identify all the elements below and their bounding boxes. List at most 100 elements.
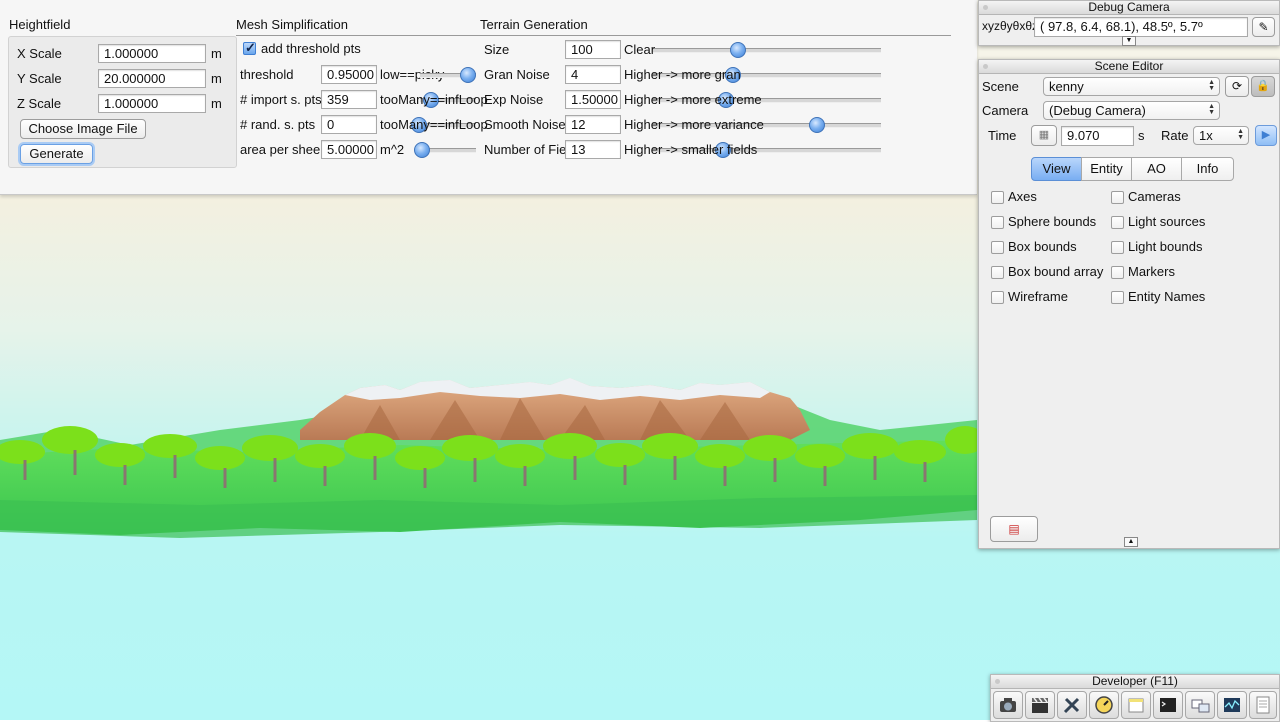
size-field[interactable]: 100: [565, 40, 621, 59]
import-pts-hint: tooMany==infLoop: [380, 92, 488, 107]
window-close-dot[interactable]: [995, 679, 1000, 684]
size-slider[interactable]: [730, 42, 746, 58]
smooth-noise-field[interactable]: 12: [565, 115, 621, 134]
light-bounds-label: Light bounds: [1128, 239, 1203, 254]
scene-select[interactable]: kenny ▲ ▼: [1043, 77, 1220, 96]
threshold-slider[interactable]: [460, 67, 476, 83]
developer-toolbar: [991, 690, 1279, 720]
number-of-fields-field[interactable]: 13: [565, 140, 621, 159]
light-bounds-checkbox[interactable]: [1111, 241, 1124, 254]
box-bound-array-label: Box bound array: [1008, 264, 1104, 279]
entity-names-checkbox[interactable]: [1111, 291, 1124, 304]
developer-window: Developer (F11): [990, 674, 1280, 722]
rand-pts-field[interactable]: 0: [321, 115, 377, 134]
play-icon[interactable]: ▶: [1255, 125, 1277, 146]
rate-select[interactable]: 1x ▲ ▼: [1193, 126, 1249, 145]
window-close-dot[interactable]: [983, 64, 988, 69]
z-scale-field[interactable]: 1.000000: [98, 94, 206, 113]
add-threshold-label: add threshold pts: [261, 41, 361, 56]
film-icon[interactable]: ▦: [1031, 125, 1057, 146]
generate-button[interactable]: Generate: [20, 144, 93, 164]
log-icon[interactable]: [1249, 691, 1277, 719]
threshold-label: threshold: [240, 67, 294, 82]
axes-checkbox[interactable]: [991, 191, 1004, 204]
light-sources-checkbox[interactable]: [1111, 216, 1124, 229]
area-per-sheep-field[interactable]: 5.00000: [321, 140, 377, 159]
terrain-tool-panel: Heightfield X Scale 1.000000 m Y Scale 2…: [0, 0, 977, 195]
profiler-icon[interactable]: [1217, 691, 1247, 719]
new-window-icon[interactable]: [1121, 691, 1151, 719]
gran-noise-field[interactable]: 4: [565, 65, 621, 84]
tab-info[interactable]: Info: [1181, 157, 1234, 181]
camera-select[interactable]: (Debug Camera) ▲ ▼: [1043, 101, 1220, 120]
speedometer-icon[interactable]: [1089, 691, 1119, 719]
rate-label: Rate: [1161, 128, 1189, 143]
box-bound-array-checkbox[interactable]: [991, 266, 1004, 279]
scene-editor-title[interactable]: Scene Editor: [979, 60, 1279, 74]
scene-editor-window: Scene Editor Scene kenny ▲ ▼ ⟳ 🔒 Camera (…: [978, 59, 1280, 549]
y-scale-field[interactable]: 20.000000: [98, 69, 206, 88]
scene-label: Scene: [982, 79, 1019, 94]
cameras-label: Cameras: [1128, 189, 1181, 204]
import-pts-field[interactable]: 359: [321, 90, 377, 109]
area-per-sheep-slider[interactable]: [414, 142, 430, 158]
axes-label: Axes: [1008, 189, 1037, 204]
clapperboard-icon[interactable]: [1025, 691, 1055, 719]
threshold-field[interactable]: 0.95000: [321, 65, 377, 84]
smooth-noise-slider[interactable]: [809, 117, 825, 133]
light-sources-label: Light sources: [1128, 214, 1206, 229]
sphere-bounds-checkbox[interactable]: [991, 216, 1004, 229]
z-scale-label: Z Scale: [17, 96, 62, 111]
sphere-bounds-label: Sphere bounds: [1008, 214, 1097, 229]
terminal-icon[interactable]: [1153, 691, 1183, 719]
heightfield-title: Heightfield: [9, 17, 71, 32]
camera-value: (Debug Camera): [1049, 103, 1146, 118]
smooth-noise-hint: Higher -> more variance: [624, 117, 764, 132]
box-bounds-label: Box bounds: [1008, 239, 1077, 254]
pencil-icon[interactable]: ✎: [1252, 17, 1275, 37]
exp-noise-hint: Higher -> more extreme: [624, 92, 762, 107]
area-per-sheep-unit: m^2: [380, 142, 405, 157]
time-field[interactable]: 9.070: [1061, 126, 1134, 146]
rand-pts-hint: tooMany==infLoop: [380, 117, 488, 132]
rand-pts-label: # rand. s. pts: [240, 117, 316, 132]
xyz-label: xyzθyθxθz: [982, 19, 1039, 33]
camera-icon[interactable]: [993, 691, 1023, 719]
size-hint: Clear: [624, 42, 656, 57]
markers-checkbox[interactable]: [1111, 266, 1124, 279]
section-divider: [236, 35, 951, 36]
cameras-checkbox[interactable]: [1111, 191, 1124, 204]
x-scale-field[interactable]: 1.000000: [98, 44, 206, 63]
tab-entity[interactable]: Entity: [1081, 157, 1132, 181]
terrain-generation-title: Terrain Generation: [480, 17, 588, 32]
developer-title[interactable]: Developer (F11): [991, 675, 1279, 689]
add-threshold-checkbox[interactable]: [243, 40, 256, 56]
exp-noise-field[interactable]: 1.50000: [565, 90, 621, 109]
tab-view[interactable]: View: [1031, 157, 1082, 181]
markers-label: Markers: [1128, 264, 1175, 279]
select-arrows-icon: ▲ ▼: [1237, 128, 1244, 141]
save-scene-icon[interactable]: ▤: [990, 516, 1038, 542]
exp-noise-label: Exp Noise: [484, 92, 544, 107]
size-label: Size: [484, 42, 510, 57]
tab-ao[interactable]: AO: [1131, 157, 1182, 181]
x-scale-unit: m: [211, 46, 222, 61]
camera-frame-field[interactable]: ( 97.8, 6.4, 68.1), 48.5º, 5.7º: [1034, 17, 1248, 37]
debug-camera-window: Debug Camera xyzθyθxθz ( 97.8, 6.4, 68.1…: [978, 0, 1280, 46]
lock-icon[interactable]: 🔒: [1251, 76, 1275, 97]
debug-camera-title[interactable]: Debug Camera: [979, 1, 1279, 15]
choose-image-file-button[interactable]: Choose Image File: [20, 119, 146, 139]
reload-icon[interactable]: ⟳: [1225, 76, 1249, 97]
number-of-fields-hint: Higher -> smaller fields: [624, 142, 758, 157]
collapse-icon[interactable]: ▲: [1124, 537, 1138, 547]
rate-value: 1x: [1199, 128, 1213, 143]
expand-icon[interactable]: ▼: [1122, 36, 1136, 46]
y-scale-label: Y Scale: [17, 71, 62, 86]
tools-icon[interactable]: [1057, 691, 1087, 719]
box-bounds-checkbox[interactable]: [991, 241, 1004, 254]
wireframe-checkbox[interactable]: [991, 291, 1004, 304]
windows-icon[interactable]: [1185, 691, 1215, 719]
size-slider-track[interactable]: [652, 48, 881, 53]
mesh-simplification-title: Mesh Simplification: [236, 17, 348, 32]
window-close-dot[interactable]: [983, 5, 988, 10]
